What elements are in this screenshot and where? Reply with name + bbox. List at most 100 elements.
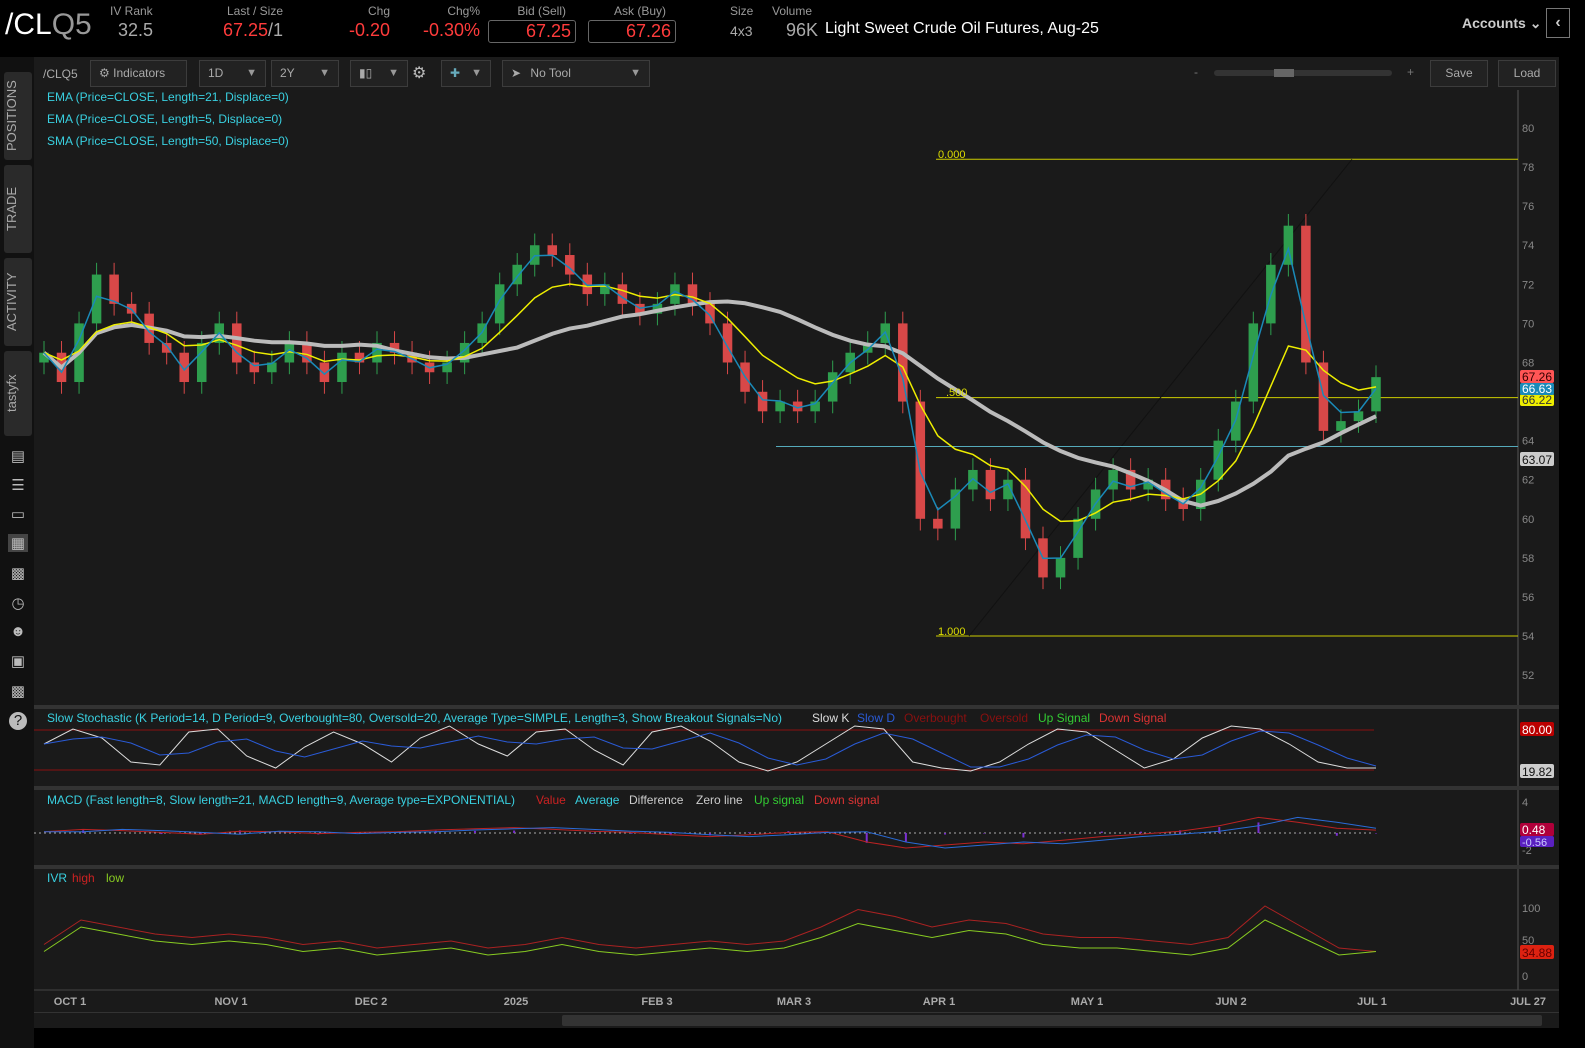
price-axis-tick: 54 [1522,631,1534,643]
badge-ivr: 34.88 [1520,945,1554,960]
chevron-down-icon: ▼ [388,67,399,79]
price-axis-tick: 60 [1522,514,1534,526]
time-axis-tick: NOV 1 [214,996,247,1008]
price-axis-tick: 56 [1522,592,1534,604]
accounts-dropdown[interactable]: Accounts ⌄ [1462,15,1541,32]
price-axis-tick: 78 [1522,162,1534,174]
time-axis-tick: JUL 1 [1357,996,1387,1008]
macd-axis-top: 4 [1522,797,1528,809]
ivr-axis-100: 100 [1522,903,1540,915]
ivr-title[interactable]: IVR [47,871,67,885]
time-axis-tick: OCT 1 [54,996,86,1008]
svg-text:-0.56: -0.56 [1522,837,1547,849]
settings-gear-icon[interactable]: ⚙ [412,63,426,83]
indicators-label: Indicators [113,66,166,80]
zoom-slider[interactable] [1214,69,1392,77]
calendar-icon[interactable]: ▣ [8,652,28,670]
tab-activity[interactable]: ACTIVITY [4,258,32,346]
study-label-ema21[interactable]: EMA (Price=CLOSE, Length=21, Displace=0) [47,90,289,104]
price-axis-tick: 74 [1522,240,1534,252]
toolbar-symbol: /CLQ5 [43,67,78,81]
stoch-legend-down: Down Signal [1099,711,1166,725]
svg-text:34.88: 34.88 [1522,946,1552,960]
load-button[interactable]: Load [1498,60,1556,87]
price-axis-tick: 62 [1522,475,1534,487]
candle-body [915,401,926,519]
price-axis-tick: 58 [1522,553,1534,565]
tab-positions[interactable]: POSITIONS [4,72,32,160]
indicators-icon: ⚙ [99,66,110,80]
candle-body [933,518,943,529]
community-icon[interactable]: ☻ [8,623,28,641]
time-axis-tick: JUL 27 [1510,996,1546,1008]
candle-body [1055,557,1066,578]
cursor-icon: ➤ [511,66,522,80]
notes-icon[interactable]: ▤ [8,447,28,465]
zoom-out-button[interactable]: - [1194,65,1198,79]
candle-body [617,284,628,304]
range-select[interactable]: 2Y ▼ [271,60,339,87]
bid-button[interactable]: 67.25 [488,20,576,43]
zoom-slider-handle[interactable] [1274,69,1294,77]
scrollbar-thumb[interactable] [562,1015,1542,1026]
tab-trade[interactable]: TRADE [4,165,32,253]
tv-icon[interactable]: ▭ [8,505,28,523]
gauge-icon[interactable]: ◷ [8,594,28,612]
list-icon[interactable]: ☰ [8,476,28,494]
candle-body [1248,323,1259,402]
collapse-panel-button[interactable]: ‹ [1546,8,1570,38]
study-label-ema5[interactable]: EMA (Price=CLOSE, Length=5, Displace=0) [47,112,282,126]
price-axis-tick: 72 [1522,279,1534,291]
zoom-in-button[interactable]: + [1407,65,1414,79]
chgp-label: Chg% [447,4,480,18]
badge-stoch-k: 19.82 [1520,764,1554,779]
interval-value: 1D [208,66,224,80]
chart-type-select[interactable]: ▮▯ ▼ [350,60,408,87]
volume-value: 96K [786,20,819,40]
horizontal-scrollbar[interactable] [34,1012,1559,1028]
instrument-title: Light Sweet Crude Oil Futures, Aug-25 [825,20,1099,37]
macd-title[interactable]: MACD (Fast length=8, Slow length=21, MAC… [47,793,515,807]
badge-sma50: 63.07 [1520,452,1554,467]
drawing-tool-select[interactable]: ➤ No Tool ▼ [502,60,650,87]
news-icon[interactable]: ▩ [8,682,28,700]
chart-icon[interactable]: ▦ [8,534,28,552]
price-axis-tick: 70 [1522,318,1534,330]
chevron-down-icon: ⌄ [1529,15,1542,31]
ask-button[interactable]: 67.26 [588,20,676,43]
indicators-button[interactable]: ⚙ Indicators [90,60,187,87]
help-icon[interactable]: ? [9,712,27,730]
svg-text:63.07: 63.07 [1522,453,1552,467]
chevron-down-icon: ▼ [630,67,641,79]
candle-body [1020,479,1031,539]
size-value: 4x3 [730,23,753,39]
stoch-legend-up: Up Signal [1038,711,1090,725]
macd-legend-value: Value [536,793,566,807]
grid-icon[interactable]: ▩ [8,564,28,582]
stoch-title[interactable]: Slow Stochastic (K Period=14, D Period=9… [47,711,782,725]
candle-body [722,323,733,363]
study-label-sma50[interactable]: SMA (Price=CLOSE, Length=50, Displace=0) [47,134,289,148]
interval-select[interactable]: 1D ▼ [199,60,266,87]
svg-text:0.48: 0.48 [1522,823,1546,837]
stoch-legend-oversold: Oversold [980,711,1028,725]
ivr-legend-low: low [106,871,124,885]
candle-body [1353,411,1364,422]
iv-rank-label: IV Rank [110,4,153,18]
svg-text:66.63: 66.63 [1522,382,1552,396]
range-value: 2Y [280,66,295,80]
volume-label: Volume [772,4,813,18]
candle-body [1213,440,1224,480]
badge-ema5: 66.63 [1520,382,1554,396]
price-axis-tick: 52 [1522,670,1534,682]
chart-canvas[interactable]: 807876747270686664626058565452OCT 1NOV 1… [34,90,1559,1012]
candle-body [494,284,505,324]
candle-body [109,274,119,304]
save-button[interactable]: Save [1430,60,1488,87]
candle-body [687,284,698,304]
ivr-legend-high: high [72,871,95,885]
drawing-style-select[interactable]: ✚ ▼ [441,60,491,87]
chgp-value: -0.30% [422,20,480,40]
tab-tastyfx[interactable]: tastyfx [4,351,32,436]
macd-legend-difference: Difference [629,793,684,807]
